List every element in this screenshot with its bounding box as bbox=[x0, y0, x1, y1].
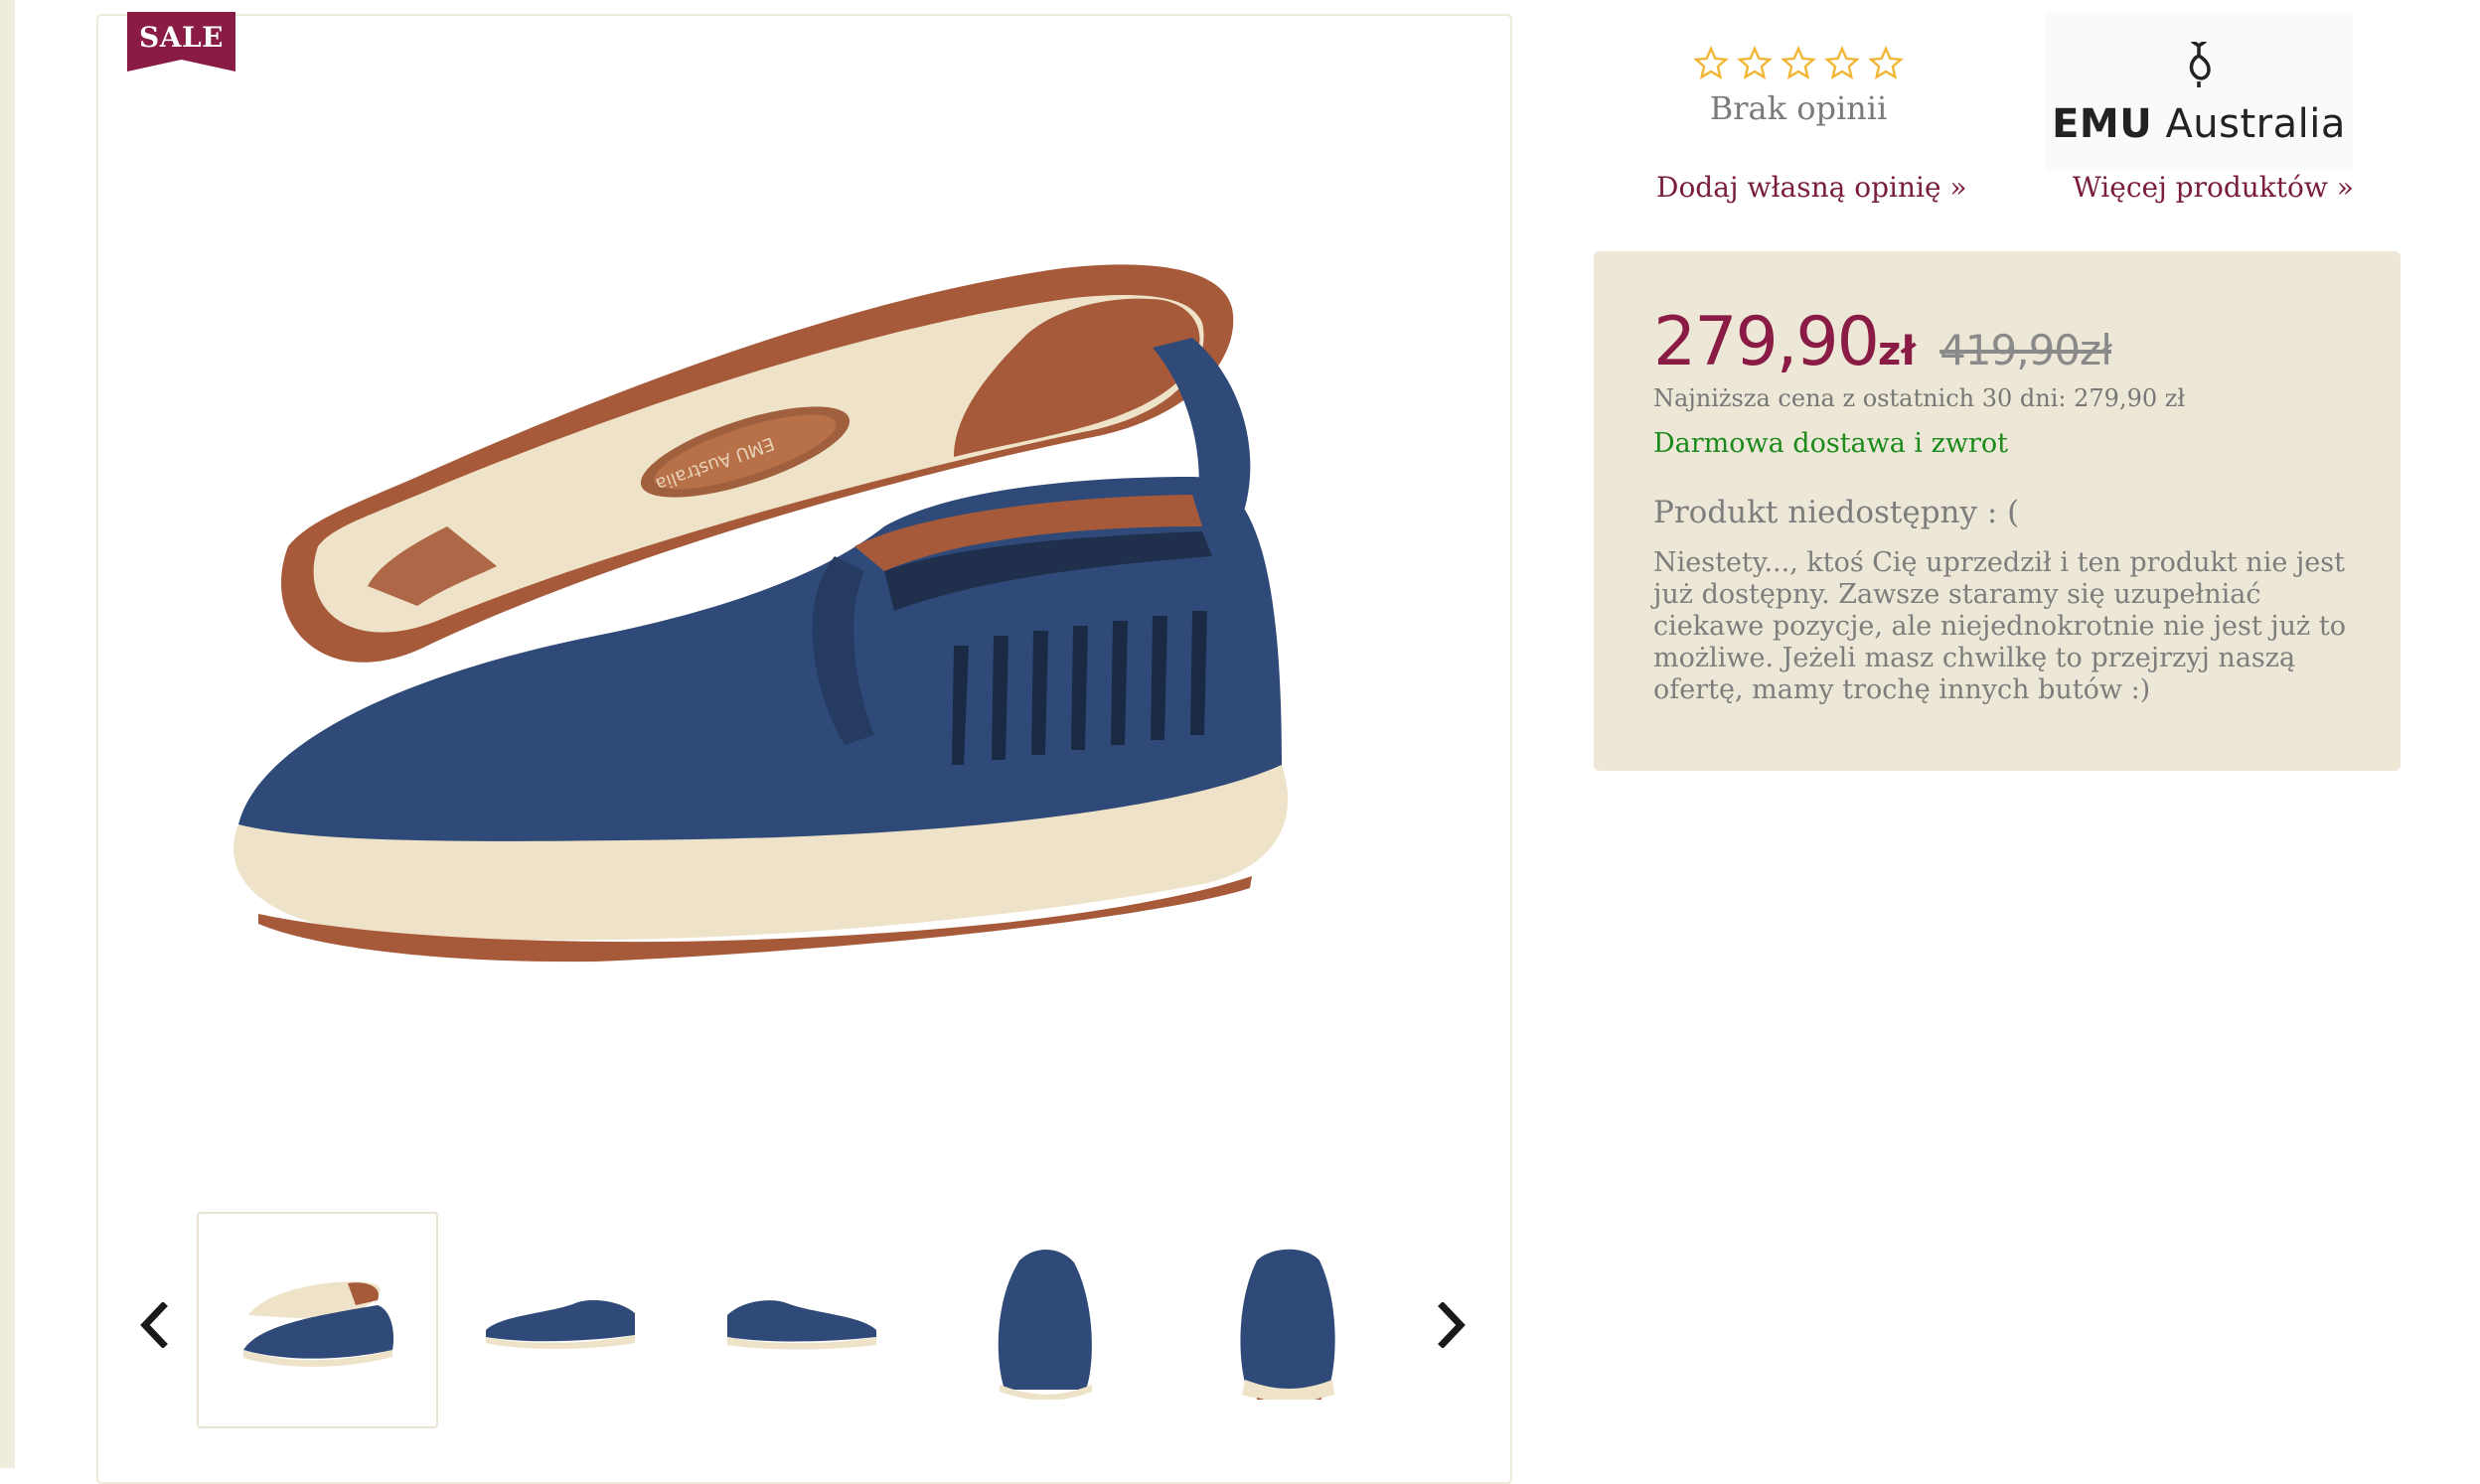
carousel-prev-button[interactable] bbox=[129, 1293, 179, 1357]
thumbnail-shoe-side-inner bbox=[726, 1300, 876, 1350]
star-empty-icon bbox=[1824, 46, 1860, 79]
thumbnail-4[interactable] bbox=[923, 1212, 1164, 1428]
thumbnail-shoe-front bbox=[998, 1249, 1092, 1400]
brand-logo-text: EMU Australia bbox=[2045, 101, 2353, 147]
rating-text: Brak opinii bbox=[1709, 89, 1888, 127]
thumbnail-1[interactable] bbox=[197, 1212, 438, 1428]
shoe-illustration: EMU Australia bbox=[233, 264, 1289, 963]
thumbnail-carousel bbox=[96, 1212, 1512, 1430]
add-review-link[interactable]: Dodaj własną opinię » bbox=[1656, 171, 1967, 204]
chevron-right-icon bbox=[1438, 1302, 1466, 1348]
lowest-price-note: Najniższa cena z ostatnich 30 dni: 279,9… bbox=[1653, 384, 2186, 412]
brand-logo[interactable]: EMU Australia bbox=[2045, 12, 2353, 171]
old-price: 419,90zł bbox=[1939, 326, 2112, 374]
thumbnail-2[interactable] bbox=[439, 1212, 681, 1428]
star-empty-icon bbox=[1868, 46, 1904, 79]
unavailable-title: Produkt niedostępny : ( bbox=[1653, 495, 2020, 530]
thumbnail-3[interactable] bbox=[681, 1212, 922, 1428]
more-products-link[interactable]: Więcej produktów » bbox=[2073, 171, 2354, 204]
emu-logo-icon bbox=[2189, 42, 2211, 87]
carousel-next-button[interactable] bbox=[1427, 1293, 1476, 1357]
current-price: 279,90 bbox=[1653, 303, 1880, 381]
price-currency: zł bbox=[1877, 329, 1917, 374]
rating-stars bbox=[1610, 46, 1987, 81]
sale-badge-label: SALE bbox=[139, 21, 224, 54]
thumbnail-shoe-three-quarter bbox=[242, 1281, 393, 1367]
rating-block: Brak opinii bbox=[1610, 46, 1987, 127]
price-row: 279,90zł 419,90zł bbox=[1653, 303, 2112, 381]
main-product-image[interactable]: EMU Australia bbox=[199, 228, 1411, 983]
page-left-border bbox=[0, 0, 15, 1468]
thumbnail-5[interactable] bbox=[1165, 1212, 1407, 1428]
price-box: 279,90zł 419,90zł Najniższa cena z ostatn… bbox=[1594, 251, 2401, 771]
sale-badge: SALE bbox=[127, 12, 235, 72]
brand-name: EMU bbox=[2052, 101, 2153, 147]
thumbnail-shoe-back bbox=[1239, 1249, 1335, 1400]
chevron-left-icon bbox=[140, 1302, 168, 1348]
free-shipping-note: Darmowa dostawa i zwrot bbox=[1653, 428, 2008, 459]
star-empty-icon bbox=[1693, 46, 1729, 79]
unavailable-message: Niestety..., ktoś Cię uprzedził i ten pr… bbox=[1653, 547, 2346, 705]
star-empty-icon bbox=[1781, 46, 1816, 79]
thumbnail-shoe-side bbox=[485, 1300, 635, 1349]
brand-suffix: Australia bbox=[2165, 101, 2346, 147]
star-empty-icon bbox=[1737, 46, 1773, 79]
